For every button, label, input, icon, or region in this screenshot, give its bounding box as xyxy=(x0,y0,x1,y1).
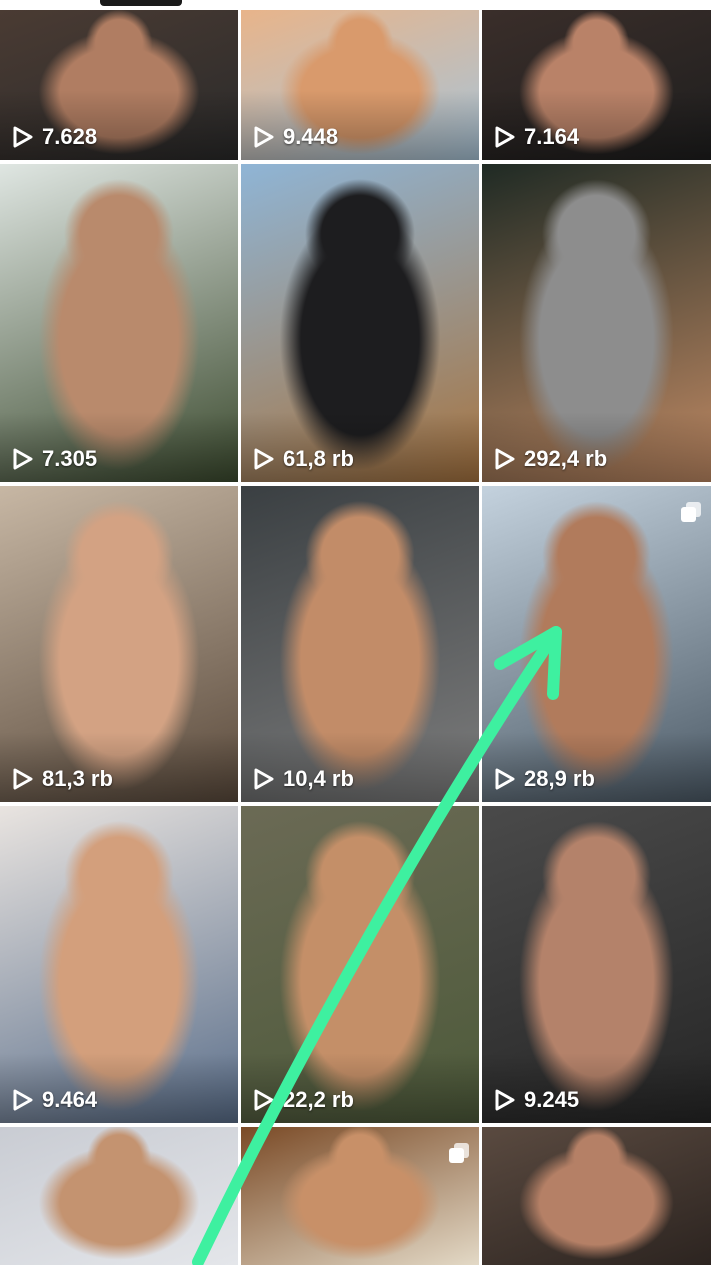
multi-photo-icon xyxy=(449,1143,469,1163)
thumbnail-image xyxy=(0,1127,238,1265)
play-icon xyxy=(13,448,33,470)
view-count: 9.245 xyxy=(494,1087,579,1113)
multi-photo-icon xyxy=(681,502,701,522)
video-thumbnail[interactable]: 7.628 xyxy=(0,10,238,160)
play-icon xyxy=(495,1089,515,1111)
play-icon xyxy=(254,768,274,790)
thumbnail-image xyxy=(241,1127,479,1265)
video-thumbnail[interactable] xyxy=(0,1127,238,1265)
video-thumbnail[interactable]: 81,3 rb xyxy=(0,486,238,802)
view-count: 9.448 xyxy=(253,124,338,150)
play-icon xyxy=(13,126,33,148)
video-grid: 7.628 9.448 7.164 7.305 61,8 rb 292,4 rb 81,3 … xyxy=(0,0,711,1265)
view-count: 28,9 rb xyxy=(494,766,595,792)
video-thumbnail[interactable]: 22,2 rb xyxy=(241,806,479,1123)
video-thumbnail[interactable]: 28,9 rb xyxy=(482,486,711,802)
play-icon xyxy=(254,126,274,148)
view-count: 61,8 rb xyxy=(253,446,354,472)
video-thumbnail[interactable]: 9.448 xyxy=(241,10,479,160)
video-thumbnail[interactable]: 7.164 xyxy=(482,10,711,160)
view-count-label: 7.305 xyxy=(42,446,98,471)
view-count-label: 7.628 xyxy=(42,124,98,149)
view-count: 10,4 rb xyxy=(253,766,354,792)
view-count-label: 9.245 xyxy=(524,1087,580,1112)
video-thumbnail[interactable]: 9.245 xyxy=(482,806,711,1123)
video-thumbnail[interactable] xyxy=(241,1127,479,1265)
video-thumbnail[interactable]: 9.464 xyxy=(0,806,238,1123)
view-count-label: 292,4 rb xyxy=(524,446,608,471)
play-icon xyxy=(13,768,33,790)
view-count-label: 10,4 rb xyxy=(283,766,354,791)
view-count: 7.628 xyxy=(12,124,97,150)
view-count-label: 22,2 rb xyxy=(283,1087,354,1112)
play-icon xyxy=(495,768,515,790)
video-thumbnail[interactable]: 7.305 xyxy=(0,164,238,482)
view-count: 22,2 rb xyxy=(253,1087,354,1113)
view-count-label: 9.448 xyxy=(283,124,339,149)
view-count-label: 7.164 xyxy=(524,124,580,149)
video-thumbnail[interactable] xyxy=(482,1127,711,1265)
play-icon xyxy=(254,1089,274,1111)
view-count: 81,3 rb xyxy=(12,766,113,792)
view-count-label: 61,8 rb xyxy=(283,446,354,471)
video-thumbnail[interactable]: 10,4 rb xyxy=(241,486,479,802)
play-icon xyxy=(254,448,274,470)
video-thumbnail[interactable]: 292,4 rb xyxy=(482,164,711,482)
video-thumbnail[interactable]: 61,8 rb xyxy=(241,164,479,482)
view-count-label: 81,3 rb xyxy=(42,766,113,791)
status-bar-notch xyxy=(100,0,182,6)
play-icon xyxy=(495,126,515,148)
view-count: 292,4 rb xyxy=(494,446,607,472)
view-count: 9.464 xyxy=(12,1087,97,1113)
thumbnail-image xyxy=(482,1127,711,1265)
view-count: 7.305 xyxy=(12,446,97,472)
view-count-label: 9.464 xyxy=(42,1087,98,1112)
view-count: 7.164 xyxy=(494,124,579,150)
play-icon xyxy=(13,1089,33,1111)
view-count-label: 28,9 rb xyxy=(524,766,595,791)
play-icon xyxy=(495,448,515,470)
